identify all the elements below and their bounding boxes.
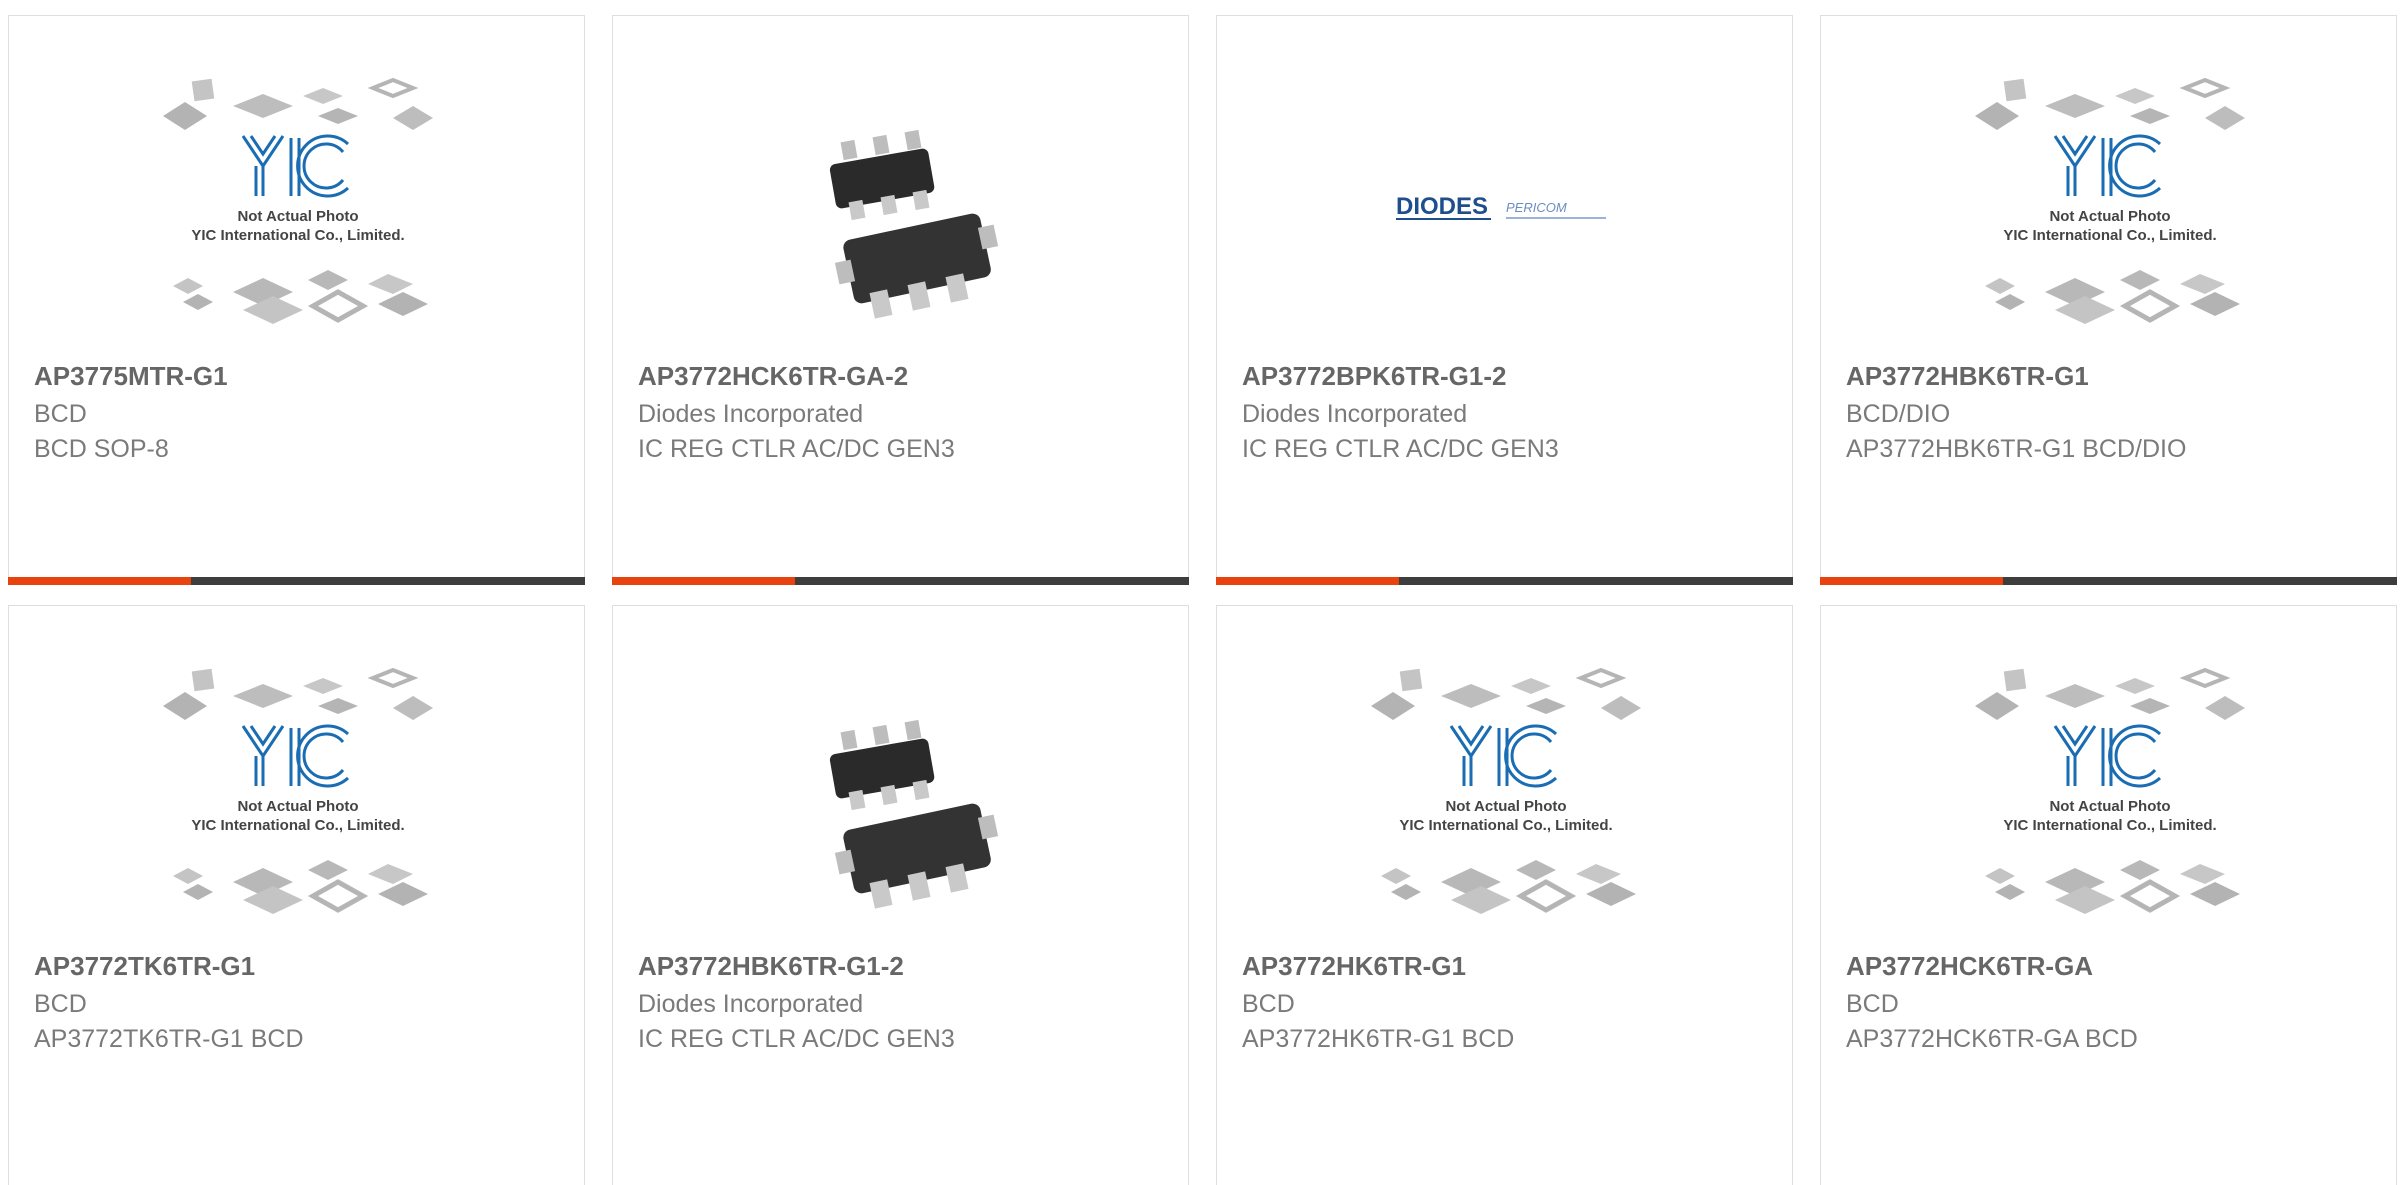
product-image[interactable]: Not Actual Photo YIC International Co., … [9, 656, 586, 956]
product-card[interactable]: AP3772HBK6TR-G1-2 Diodes Incorporated IC… [612, 605, 1189, 1185]
card-bottom-bar [1820, 577, 2397, 585]
product-image[interactable] [613, 656, 1190, 956]
manufacturer: Diodes Incorporated [1242, 400, 1468, 428]
part-number-link[interactable]: AP3772BPK6TR-G1-2 [1242, 361, 1506, 392]
part-number-link[interactable]: AP3772HBK6TR-G1 [1846, 361, 2089, 392]
product-card[interactable]: Not Actual Photo YIC International Co., … [1820, 605, 2397, 1185]
description: AP3772TK6TR-G1 BCD [34, 1025, 304, 1053]
manufacturer: BCD [1846, 990, 1899, 1018]
card-accent-bar [8, 577, 191, 585]
image-caption-company: YIC International Co., Limited. [2003, 227, 2216, 244]
diodes-logo: DIODES [1396, 193, 1488, 220]
image-caption: Not Actual Photo [237, 208, 358, 225]
product-grid: Not Actual Photo YIC International Co., … [0, 0, 2400, 1185]
card-bottom-bar [8, 577, 585, 585]
part-number-link[interactable]: AP3772HCK6TR-GA-2 [638, 361, 908, 392]
description: IC REG CTLR AC/DC GEN3 [638, 435, 955, 463]
product-card[interactable]: DIODES PERICOM AP3772BPK6TR-G1-2 Diodes … [1216, 15, 1793, 585]
description: AP3772HK6TR-G1 BCD [1242, 1025, 1515, 1053]
image-caption: Not Actual Photo [1445, 798, 1566, 815]
card-bottom-bar [1216, 577, 1793, 585]
pericom-logo: PERICOM [1506, 200, 1567, 215]
part-number-link[interactable]: AP3772HCK6TR-GA [1846, 951, 2093, 982]
manufacturer: Diodes Incorporated [638, 990, 864, 1018]
product-image[interactable] [613, 66, 1190, 366]
image-caption: Not Actual Photo [2049, 208, 2170, 225]
manufacturer: BCD [34, 400, 87, 428]
manufacturer: BCD [34, 990, 87, 1018]
image-caption: Not Actual Photo [2049, 798, 2170, 815]
card-accent-bar [1820, 577, 2003, 585]
manufacturer: BCD [1242, 990, 1295, 1018]
description: AP3772HBK6TR-G1 BCD/DIO [1846, 435, 2187, 463]
product-image[interactable]: Not Actual Photo YIC International Co., … [1821, 66, 2398, 366]
manufacturer: BCD/DIO [1846, 400, 1951, 428]
manufacturer: Diodes Incorporated [638, 400, 864, 428]
image-caption-company: YIC International Co., Limited. [1399, 817, 1612, 834]
card-accent-bar [612, 577, 795, 585]
product-card[interactable]: Not Actual Photo YIC International Co., … [1820, 15, 2397, 585]
product-card[interactable]: Not Actual Photo YIC International Co., … [1216, 605, 1793, 1185]
product-image[interactable]: Not Actual Photo YIC International Co., … [9, 66, 586, 366]
part-number-link[interactable]: AP3775MTR-G1 [34, 361, 228, 392]
product-card[interactable]: AP3772HCK6TR-GA-2 Diodes Incorporated IC… [612, 15, 1189, 585]
description: IC REG CTLR AC/DC GEN3 [638, 1025, 955, 1053]
image-caption: Not Actual Photo [237, 798, 358, 815]
description: AP3772HCK6TR-GA BCD [1846, 1025, 2138, 1053]
product-image[interactable]: DIODES PERICOM [1217, 66, 1794, 366]
image-caption-company: YIC International Co., Limited. [191, 817, 404, 834]
part-number-link[interactable]: AP3772HBK6TR-G1-2 [638, 951, 904, 982]
product-card[interactable]: Not Actual Photo YIC International Co., … [8, 15, 585, 585]
card-bottom-bar [612, 577, 1189, 585]
image-caption-company: YIC International Co., Limited. [191, 227, 404, 244]
product-card[interactable]: Not Actual Photo YIC International Co., … [8, 605, 585, 1185]
part-number-link[interactable]: AP3772TK6TR-G1 [34, 951, 255, 982]
description: IC REG CTLR AC/DC GEN3 [1242, 435, 1559, 463]
card-accent-bar [1216, 577, 1399, 585]
product-image[interactable]: Not Actual Photo YIC International Co., … [1217, 656, 1794, 956]
description: BCD SOP-8 [34, 435, 169, 463]
part-number-link[interactable]: AP3772HK6TR-G1 [1242, 951, 1466, 982]
image-caption-company: YIC International Co., Limited. [2003, 817, 2216, 834]
product-image[interactable]: Not Actual Photo YIC International Co., … [1821, 656, 2398, 956]
